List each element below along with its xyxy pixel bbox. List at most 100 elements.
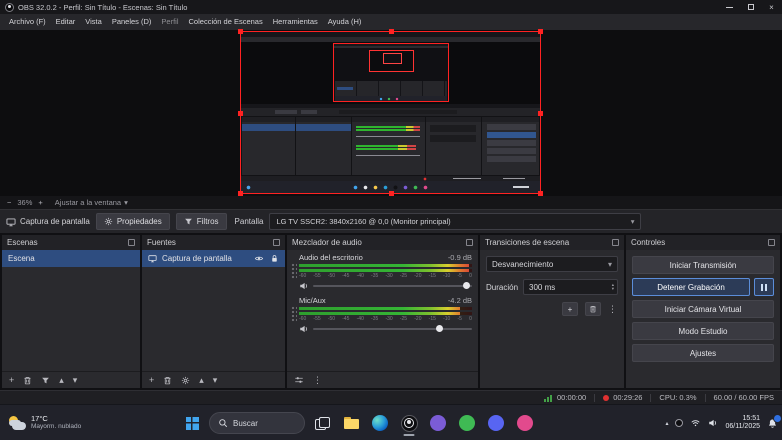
source-properties-button[interactable] — [181, 376, 190, 385]
recording-time: 00:29:26 — [613, 393, 643, 402]
properties-button[interactable]: Propiedades — [95, 213, 170, 230]
screen-select[interactable]: LG TV SSCR2: 3840x2160 @ 0,0 (Monitor pr… — [269, 213, 642, 230]
fit-to-window-button[interactable]: Ajustar a la ventana ▾ — [55, 198, 128, 207]
dock-options-icon[interactable] — [466, 239, 473, 246]
obs-taskbar-button[interactable] — [397, 410, 421, 436]
studio-mode-button[interactable]: Modo Estudio — [632, 322, 774, 340]
filters-button[interactable]: Filtros — [175, 213, 227, 230]
close-button[interactable]: × — [761, 0, 782, 14]
stop-recording-button[interactable]: Detener Grabación — [632, 278, 750, 296]
controls-dock-header[interactable]: Controles — [626, 235, 780, 250]
dock-options-icon[interactable] — [612, 239, 619, 246]
channel-header: Audio del escritorio -0.9 dB — [299, 253, 472, 262]
move-source-up-button[interactable]: ▴ — [199, 375, 204, 385]
zoom-out-button[interactable]: − — [7, 198, 11, 207]
network-activity-icon — [544, 393, 554, 402]
sources-dock-header[interactable]: Fuentes — [142, 235, 285, 250]
meter-tick: -35 — [371, 273, 379, 279]
menu-coleccion-escenas[interactable]: Colección de Escenas — [184, 14, 268, 30]
file-explorer-button[interactable] — [339, 410, 363, 436]
add-scene-button[interactable]: + — [9, 375, 14, 385]
obs-tray-icon[interactable] — [675, 419, 684, 427]
remove-scene-button[interactable] — [23, 376, 32, 385]
capture-source-preview[interactable] — [238, 29, 543, 196]
spin-down-icon[interactable]: ▾ — [612, 286, 614, 291]
wifi-icon[interactable] — [690, 418, 701, 428]
edge-button[interactable] — [368, 410, 392, 436]
channel-grip[interactable] — [291, 263, 297, 279]
maximize-button[interactable] — [740, 0, 761, 14]
speaker-icon[interactable] — [299, 281, 309, 291]
move-source-down-button[interactable]: ▾ — [213, 375, 218, 385]
notifications-button[interactable] — [767, 413, 782, 429]
volume-slider[interactable] — [313, 281, 472, 290]
start-button[interactable] — [180, 410, 204, 436]
source-item[interactable]: Captura de pantalla — [142, 250, 285, 267]
minimize-button[interactable] — [719, 0, 740, 14]
menu-editar[interactable]: Editar — [51, 14, 81, 30]
app-button-purple[interactable] — [426, 410, 450, 436]
add-transition-button[interactable]: + — [562, 302, 578, 316]
selection-handle[interactable] — [388, 191, 394, 196]
dock-options-icon[interactable] — [128, 239, 135, 246]
transition-menu-button[interactable]: ⋮ — [608, 304, 617, 314]
slider-handle[interactable] — [436, 325, 444, 332]
volume-icon[interactable] — [708, 418, 718, 428]
selection-handle[interactable] — [538, 191, 543, 196]
volume-slider[interactable] — [313, 324, 472, 333]
start-streaming-button[interactable]: Iniciar Transmisión — [632, 256, 774, 274]
selection-handle[interactable] — [388, 29, 394, 34]
speaker-icon[interactable] — [299, 324, 309, 334]
duration-spinbox[interactable]: 300 ms ▴ ▾ — [523, 279, 618, 295]
menu-vista[interactable]: Vista — [80, 14, 107, 30]
dock-options-icon[interactable] — [768, 239, 775, 246]
transition-select[interactable]: Desvanecimiento ▾ — [486, 256, 618, 272]
menu-herramientas[interactable]: Herramientas — [268, 14, 323, 30]
menu-ayuda[interactable]: Ayuda (H) — [323, 14, 367, 30]
slider-handle[interactable] — [463, 282, 471, 289]
lock-icon[interactable] — [270, 254, 279, 263]
mixer-menu-button[interactable]: ⋮ — [313, 375, 322, 385]
preview-mini-transitions-dock — [426, 117, 481, 175]
advanced-audio-button[interactable] — [294, 375, 304, 385]
scenes-dock-header[interactable]: Escenas — [2, 235, 140, 250]
selection-handle[interactable] — [538, 29, 543, 34]
duration-row: Duración 300 ms ▴ ▾ — [486, 279, 618, 295]
clock[interactable]: 15:51 06/11/2025 — [725, 415, 760, 432]
app-button-violet[interactable] — [484, 410, 508, 436]
move-scene-down-button[interactable]: ▾ — [73, 375, 78, 385]
zoom-in-button[interactable]: + — [38, 198, 42, 207]
tray-chevron-icon[interactable]: ▴ — [665, 420, 668, 427]
weather-widget[interactable]: 17°C Mayorm. nublado — [4, 409, 85, 437]
selection-handle[interactable] — [238, 110, 243, 116]
channel-grip[interactable] — [291, 306, 297, 322]
menu-paneles[interactable]: Paneles (D) — [107, 14, 157, 30]
move-scene-up-button[interactable]: ▴ — [59, 375, 64, 385]
task-view-button[interactable] — [310, 410, 334, 436]
mixer-dock-header[interactable]: Mezclador de audio — [287, 235, 478, 250]
menu-archivo[interactable]: Archivo (F) — [4, 14, 51, 30]
remove-transition-button[interactable] — [585, 302, 601, 316]
app-button-pink[interactable] — [513, 410, 537, 436]
dock-options-icon[interactable] — [273, 239, 280, 246]
meter-scale: -60 -55 -50 -45 -40 -35 -30 -25 -20 -15 -10 -5 0 — [299, 273, 472, 279]
transition-select-value: Desvanecimiento — [492, 259, 554, 269]
start-virtual-camera-button[interactable]: Iniciar Cámara Virtual — [632, 300, 774, 318]
visibility-eye-icon[interactable] — [254, 254, 264, 263]
selection-handle[interactable] — [238, 191, 243, 196]
app-button-green[interactable] — [455, 410, 479, 436]
taskbar-search[interactable]: Buscar — [209, 412, 305, 434]
remove-source-button[interactable] — [163, 376, 172, 385]
pause-recording-button[interactable] — [754, 278, 774, 296]
selection-handle[interactable] — [538, 110, 543, 116]
settings-button[interactable]: Ajustes — [632, 344, 774, 362]
scene-filters-button[interactable] — [41, 376, 50, 385]
scene-item[interactable]: Escena — [2, 250, 140, 267]
selected-source-name: Captura de pantalla — [20, 217, 90, 226]
obs-icon — [400, 414, 418, 432]
menu-perfil[interactable]: Perfil — [156, 14, 183, 30]
preview-canvas[interactable] — [0, 29, 782, 196]
transitions-dock-header[interactable]: Transiciones de escena — [480, 235, 624, 250]
selection-handle[interactable] — [238, 29, 243, 34]
add-source-button[interactable]: + — [149, 375, 154, 385]
